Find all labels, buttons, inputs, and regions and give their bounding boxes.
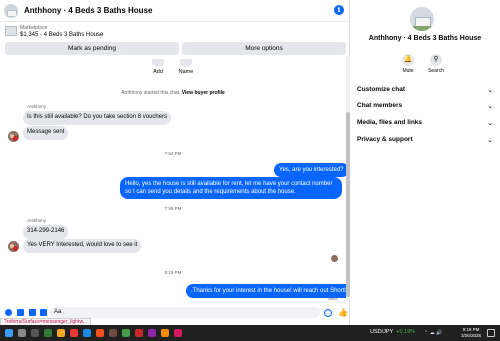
name-icon [180,59,192,67]
listing-thumbnail[interactable] [4,4,18,18]
app-icon[interactable] [161,329,169,337]
panel-title: Anthhony · 4 Beds 3 Baths House [368,35,482,42]
chrome-icon[interactable] [122,329,130,337]
thumbs-up-icon[interactable]: 👍 [338,308,348,317]
app-icon[interactable] [44,329,52,337]
avatar[interactable] [8,241,19,252]
search-icon[interactable] [18,329,26,337]
system-tray[interactable]: ⌃ ☁ 🔊 [424,330,442,336]
section-media-files-links[interactable]: Media, files and links ⌄ [357,119,493,127]
stock-ticker[interactable]: USD/JPY +0.19% [370,329,415,335]
app-icon[interactable] [96,329,104,337]
sender-name: Anthhony [27,218,47,223]
listing-description: $1,345 · 4 Beds 3 Baths House [20,32,104,38]
bell-icon: 🔔 [402,54,414,66]
add-label: Add [153,69,163,75]
app-icon[interactable] [174,329,182,337]
conversation-details-panel: Anthhony · 4 Beds 3 Baths House 🔔 Mute ⚲… [350,0,500,325]
emoji-icon[interactable] [324,309,332,317]
chat-header: Anthhony · 4 Beds 3 Baths House i [0,0,350,22]
message-outgoing[interactable]: Hello, yes the house is still available … [120,177,342,199]
view-buyer-profile-link[interactable]: View buyer profile [182,90,225,96]
image-icon[interactable] [17,309,24,316]
section-privacy-support[interactable]: Privacy & support ⌄ [357,136,493,144]
name-action[interactable]: Name [176,59,196,75]
section-customize-chat[interactable]: Customize chat ⌄ [357,86,493,94]
chat-started-note: Anthhony started this chat. View buyer p… [121,90,225,96]
chevron-down-icon: ⌄ [487,87,493,94]
message-timestamp: 8:19 PM [164,270,182,275]
message-status: Sent [328,296,338,301]
app-icon[interactable] [70,329,78,337]
mute-action[interactable]: 🔔 Mute [396,54,420,74]
section-chat-members[interactable]: Chat members ⌄ [357,102,493,110]
add-action[interactable]: Add [148,59,168,75]
message-timestamp: 7:58 PM [164,206,182,211]
edge-icon[interactable] [83,329,91,337]
sender-name: Anthhony [27,104,47,109]
app-icon[interactable] [148,329,156,337]
task-view-icon[interactable] [31,329,39,337]
message-incoming[interactable]: Yes VERY Interested, would love to see i… [23,239,142,253]
message-incoming[interactable]: Is this still available? Do you take sec… [23,111,172,125]
marketplace-listing[interactable]: Marketplace $1,345 · 4 Beds 3 Baths Hous… [0,22,350,42]
search-icon: ⚲ [430,54,442,66]
avatar[interactable] [8,131,19,142]
chevron-down-icon: ⌄ [487,120,493,127]
message-timestamp: 7:54 PM [164,151,182,156]
gif-icon[interactable] [40,309,47,316]
notification-icon[interactable] [487,329,495,337]
clock[interactable]: 9:19 PM 3/26/2025 [458,327,484,339]
mark-as-pending-button[interactable]: Mark as pending [5,42,179,55]
message-outgoing[interactable]: Yes, are you interested? [274,163,349,177]
sticker-icon[interactable] [29,309,36,316]
chat-title[interactable]: Anthhony · 4 Beds 3 Baths House [24,6,152,15]
message-input[interactable] [50,307,320,318]
plus-icon[interactable] [5,309,12,316]
chat-window: Anthhony · 4 Beds 3 Baths House i Market… [0,0,354,326]
search-label: Search [428,68,444,74]
marketplace-label: Marketplace [20,25,48,31]
listing-image [5,26,17,36]
folder-icon[interactable] [57,329,65,337]
mute-label: Mute [402,68,414,74]
app-icon[interactable] [109,329,117,337]
message-incoming[interactable]: Message sent [23,126,69,140]
name-label: Name [178,69,194,75]
app-icon[interactable] [135,329,143,337]
profile-actions: Add Name [148,59,200,79]
message-incoming[interactable]: 314-299-2146 [23,225,69,239]
seen-avatar [331,255,338,262]
chevron-down-icon: ⌄ [487,137,493,144]
start-icon[interactable] [5,329,13,337]
add-icon [152,59,164,67]
info-icon[interactable]: i [334,5,344,15]
more-options-button[interactable]: More options [182,42,346,55]
search-action[interactable]: ⚲ Search [424,54,448,74]
windows-taskbar: USD/JPY +0.19% ⌃ ☁ 🔊 9:19 PM 3/26/2025 [0,325,500,341]
chevron-down-icon: ⌄ [487,103,493,110]
listing-photo[interactable] [410,7,434,31]
